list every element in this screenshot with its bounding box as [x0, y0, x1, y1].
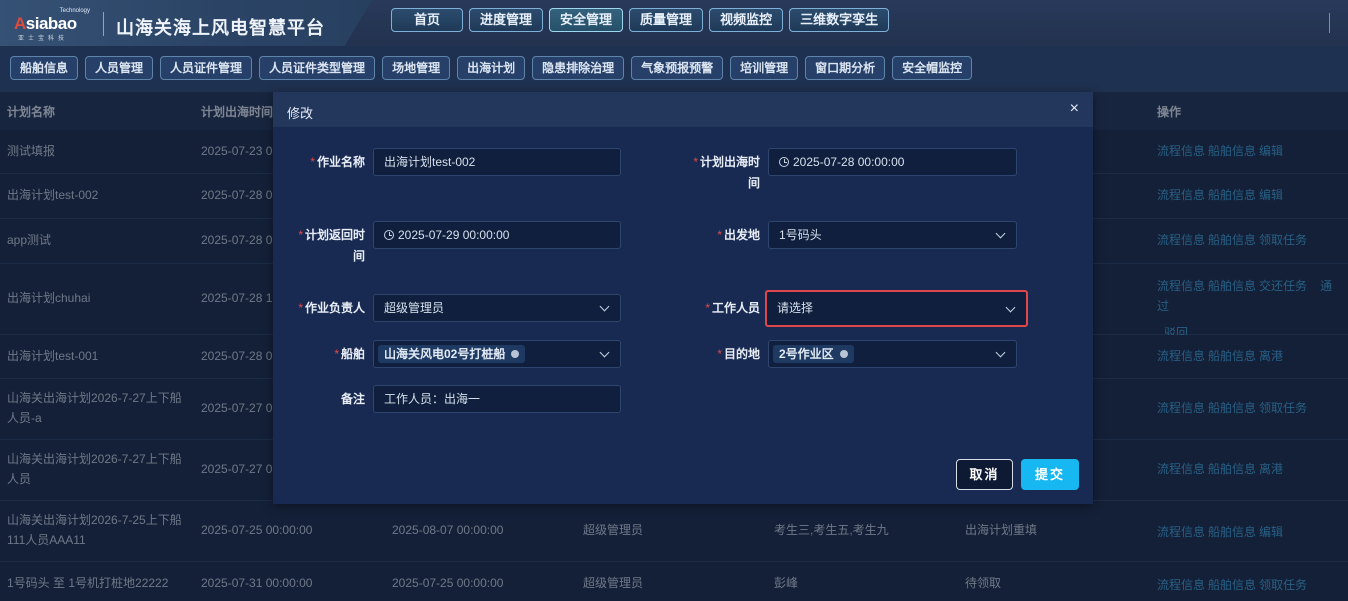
top-bar: Technology Asiabao 亚士宝科技 山海关海上风电智慧平台 首页 … — [0, 0, 1348, 50]
logo-text: siabao — [25, 14, 77, 33]
submit-button[interactable]: 提交 — [1021, 459, 1079, 490]
sub-nav: 船舶信息 人员管理 人员证件管理 人员证件类型管理 场地管理 出海计划 隐患排除… — [0, 46, 1348, 92]
subtab-hazards[interactable]: 隐患排除治理 — [532, 56, 625, 80]
job-name-input[interactable]: 出海计划test-002 — [373, 148, 621, 176]
subtab-weather[interactable]: 气象预报预警 — [631, 56, 724, 80]
subtab-sites[interactable]: 场地管理 — [382, 56, 451, 80]
subtab-certificates[interactable]: 人员证件管理 — [160, 56, 253, 80]
departure-label: * 出发地 — [717, 228, 760, 242]
subtab-ship-info[interactable]: 船舶信息 — [10, 56, 79, 80]
tag-close-icon[interactable] — [839, 350, 848, 358]
nav-digital-twin[interactable]: 三维数字孪生 — [789, 8, 890, 32]
dialog-header: 修改 × — [273, 92, 1093, 127]
remark-input[interactable]: 工作人员：出海一 — [373, 385, 621, 413]
dialog-title: 修改 — [287, 106, 314, 121]
subtab-sea-plan[interactable]: 出海计划 — [457, 56, 526, 80]
return-time-label: * 计划返回时间 — [298, 228, 365, 263]
owner-label: * 作业负责人 — [298, 301, 365, 315]
edit-dialog: 修改 × * 作业名称 出海计划test-002 * 计划出海时间 2025-07-… — [273, 92, 1093, 504]
app-title: 山海关海上风电智慧平台 — [116, 18, 325, 38]
nav-video[interactable]: 视频监控 — [709, 8, 784, 32]
ship-label: * 船舶 — [334, 347, 365, 361]
ship-tag: 山海关风电02号打桩船 — [378, 345, 526, 363]
logo-mark: Asiabao — [14, 14, 77, 33]
out-time-picker[interactable]: 2025-07-28 00:00:00 — [768, 148, 1017, 176]
ship-select[interactable]: 山海关风电02号打桩船 — [373, 340, 621, 368]
job-name-label: * 作业名称 — [310, 155, 365, 169]
return-time-picker[interactable]: 2025-07-29 00:00:00 — [373, 221, 621, 249]
nav-safety[interactable]: 安全管理 — [549, 8, 624, 32]
chevron-down-icon — [995, 228, 1006, 239]
destination-label: * 目的地 — [717, 347, 760, 361]
cancel-button[interactable]: 取消 — [956, 459, 1013, 490]
chevron-down-icon — [599, 301, 610, 312]
nav-progress[interactable]: 进度管理 — [469, 8, 544, 32]
tag-close-icon[interactable] — [511, 350, 520, 358]
remark-label: 备注 — [340, 392, 365, 406]
subtab-window-analysis[interactable]: 窗口期分析 — [805, 56, 886, 80]
owner-select[interactable]: 超级管理员 — [373, 294, 621, 322]
chevron-down-icon — [1005, 302, 1016, 313]
departure-select[interactable]: 1号码头 — [768, 221, 1017, 249]
staff-label: * 工作人员 — [705, 301, 760, 315]
staff-select[interactable]: 请选择 — [765, 290, 1028, 327]
subtab-personnel[interactable]: 人员管理 — [85, 56, 154, 80]
destination-select[interactable]: 2号作业区 — [768, 340, 1017, 368]
clock-icon — [384, 230, 394, 240]
clock-icon — [779, 157, 789, 167]
chevron-down-icon — [995, 347, 1006, 358]
nav-quality[interactable]: 质量管理 — [629, 8, 704, 32]
close-icon[interactable]: × — [1070, 100, 1079, 118]
subtab-certificate-types[interactable]: 人员证件类型管理 — [259, 56, 376, 80]
destination-tag: 2号作业区 — [773, 345, 854, 363]
logo-subtext: 亚士宝科技 — [18, 36, 69, 42]
chevron-down-icon — [599, 347, 610, 358]
main-nav: 首页 进度管理 安全管理 质量管理 视频监控 三维数字孪生 — [391, 8, 890, 32]
nav-home[interactable]: 首页 — [391, 8, 464, 32]
out-time-label: * 计划出海时间 — [693, 155, 760, 190]
asiabao-logo: Technology Asiabao 亚士宝科技 — [14, 8, 90, 42]
subtab-training[interactable]: 培训管理 — [730, 56, 799, 80]
top-right-divider — [1329, 13, 1330, 33]
logo-divider — [103, 12, 104, 36]
subtab-helmet-monitor[interactable]: 安全帽监控 — [892, 56, 973, 80]
